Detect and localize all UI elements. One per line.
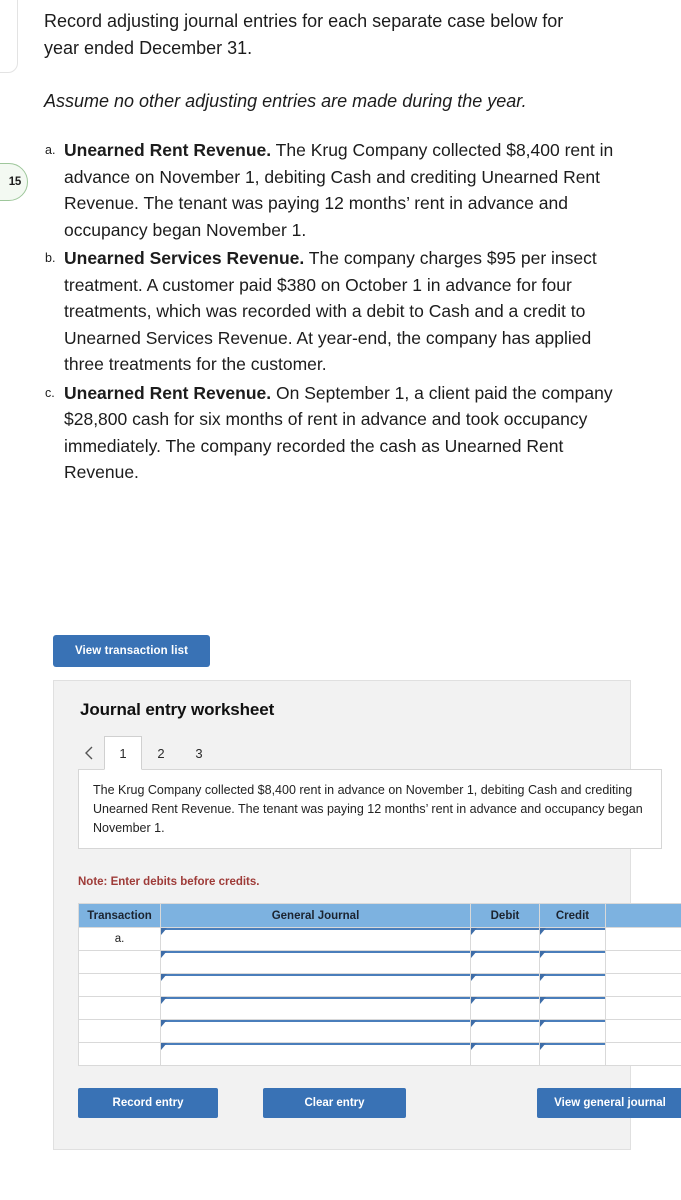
debit-input[interactable] bbox=[471, 974, 539, 996]
case-item-b: b. Unearned Services Revenue. The compan… bbox=[44, 245, 681, 378]
journal-entry-worksheet-panel: Journal entry worksheet 1 2 3 The Krug C… bbox=[53, 680, 681, 1150]
cell-transaction bbox=[78, 996, 161, 1020]
general-journal-input[interactable] bbox=[161, 928, 470, 950]
column-header-debit: Debit bbox=[470, 903, 540, 928]
case-list: a. Unearned Rent Revenue. The Krug Compa… bbox=[44, 137, 681, 486]
cell-overflow bbox=[605, 927, 681, 951]
record-entry-button[interactable]: Record entry bbox=[78, 1088, 218, 1118]
cell-general-journal[interactable] bbox=[160, 1042, 471, 1066]
cell-transaction bbox=[78, 973, 161, 997]
debit-input[interactable] bbox=[471, 1043, 539, 1065]
case-title-b: Unearned Services Revenue. bbox=[64, 248, 305, 268]
cell-debit[interactable] bbox=[470, 996, 540, 1020]
cell-overflow bbox=[605, 1019, 681, 1043]
cell-credit[interactable] bbox=[539, 1042, 606, 1066]
cell-general-journal[interactable] bbox=[160, 950, 471, 974]
credit-input[interactable] bbox=[540, 1020, 605, 1042]
view-transaction-list-button[interactable]: View transaction list bbox=[53, 635, 210, 667]
points-badge: 15 bbox=[0, 163, 28, 201]
cell-credit[interactable] bbox=[539, 1019, 606, 1043]
table-row: a. bbox=[78, 927, 681, 951]
points-badge-label: 15 bbox=[8, 176, 22, 188]
debit-input[interactable] bbox=[471, 1020, 539, 1042]
debits-before-credits-note: Note: Enter debits before credits. bbox=[78, 876, 260, 888]
cell-overflow bbox=[605, 996, 681, 1020]
cell-transaction bbox=[78, 950, 161, 974]
debit-input[interactable] bbox=[471, 928, 539, 950]
cell-transaction bbox=[78, 1019, 161, 1043]
column-header-credit: Credit bbox=[539, 903, 606, 928]
case-item-c: c. Unearned Rent Revenue. On September 1… bbox=[44, 380, 681, 486]
cell-credit[interactable] bbox=[539, 996, 606, 1020]
cell-credit[interactable] bbox=[539, 950, 606, 974]
general-journal-input[interactable] bbox=[161, 974, 470, 996]
cell-transaction bbox=[78, 1042, 161, 1066]
credit-input[interactable] bbox=[540, 951, 605, 973]
table-row bbox=[78, 950, 681, 974]
debit-input[interactable] bbox=[471, 951, 539, 973]
cell-debit[interactable] bbox=[470, 1019, 540, 1043]
view-general-journal-button[interactable]: View general journal bbox=[537, 1088, 681, 1118]
worksheet-tab-3[interactable]: 3 bbox=[180, 736, 218, 770]
column-header-transaction: Transaction bbox=[78, 903, 161, 928]
case-marker-b: b. bbox=[45, 251, 56, 265]
clear-entry-button[interactable]: Clear entry bbox=[263, 1088, 406, 1118]
credit-input[interactable] bbox=[540, 1043, 605, 1065]
case-text-c: Unearned Rent Revenue. On September 1, a… bbox=[64, 380, 624, 486]
worksheet-description: The Krug Company collected $8,400 rent i… bbox=[78, 769, 662, 849]
general-journal-input[interactable] bbox=[161, 951, 470, 973]
credit-input[interactable] bbox=[540, 928, 605, 950]
cell-overflow bbox=[605, 950, 681, 974]
case-title-c: Unearned Rent Revenue. bbox=[64, 382, 272, 403]
credit-input[interactable] bbox=[540, 997, 605, 1019]
question-assume-note: Assume no other adjusting entries are ma… bbox=[44, 91, 527, 111]
cell-debit[interactable] bbox=[470, 950, 540, 974]
debit-input[interactable] bbox=[471, 997, 539, 1019]
general-journal-input[interactable] bbox=[161, 1043, 470, 1065]
cell-credit[interactable] bbox=[539, 927, 606, 951]
question-content: Record adjusting journal entries for eac… bbox=[44, 0, 681, 488]
chevron-left-icon[interactable] bbox=[74, 736, 104, 770]
cell-overflow bbox=[605, 1042, 681, 1066]
question-intro: Record adjusting journal entries for eac… bbox=[44, 11, 564, 58]
case-text-a: Unearned Rent Revenue. The Krug Company … bbox=[64, 137, 624, 243]
cell-debit[interactable] bbox=[470, 927, 540, 951]
cell-overflow bbox=[605, 973, 681, 997]
cell-transaction: a. bbox=[78, 927, 161, 951]
table-row bbox=[78, 973, 681, 997]
general-journal-input[interactable] bbox=[161, 1020, 470, 1042]
credit-input[interactable] bbox=[540, 974, 605, 996]
table-row bbox=[78, 996, 681, 1020]
worksheet-tabs: 1 2 3 bbox=[74, 736, 218, 770]
journal-entry-table: Transaction General Journal Debit Credit… bbox=[78, 903, 681, 1066]
worksheet-tab-1[interactable]: 1 bbox=[104, 736, 142, 770]
table-row bbox=[78, 1042, 681, 1066]
journal-table-header-row: Transaction General Journal Debit Credit bbox=[78, 903, 681, 928]
worksheet-action-buttons: Record entry Clear entry View general jo… bbox=[78, 1088, 681, 1118]
partial-card-top-left bbox=[0, 0, 18, 73]
cell-debit[interactable] bbox=[470, 973, 540, 997]
cell-debit[interactable] bbox=[470, 1042, 540, 1066]
general-journal-input[interactable] bbox=[161, 997, 470, 1019]
worksheet-tab-2[interactable]: 2 bbox=[142, 736, 180, 770]
case-marker-c: c. bbox=[45, 385, 55, 400]
worksheet-title: Journal entry worksheet bbox=[80, 700, 275, 719]
case-item-a: a. Unearned Rent Revenue. The Krug Compa… bbox=[44, 137, 681, 243]
column-header-overflow bbox=[605, 903, 681, 928]
cell-credit[interactable] bbox=[539, 973, 606, 997]
case-text-b: Unearned Services Revenue. The company c… bbox=[64, 245, 624, 378]
case-title-a: Unearned Rent Revenue. bbox=[64, 140, 272, 160]
column-header-general-journal: General Journal bbox=[160, 903, 471, 928]
cell-general-journal[interactable] bbox=[160, 927, 471, 951]
cell-general-journal[interactable] bbox=[160, 1019, 471, 1043]
journal-table-body: a. bbox=[78, 927, 681, 1066]
cell-general-journal[interactable] bbox=[160, 973, 471, 997]
case-marker-a: a. bbox=[45, 143, 56, 157]
cell-general-journal[interactable] bbox=[160, 996, 471, 1020]
table-row bbox=[78, 1019, 681, 1043]
